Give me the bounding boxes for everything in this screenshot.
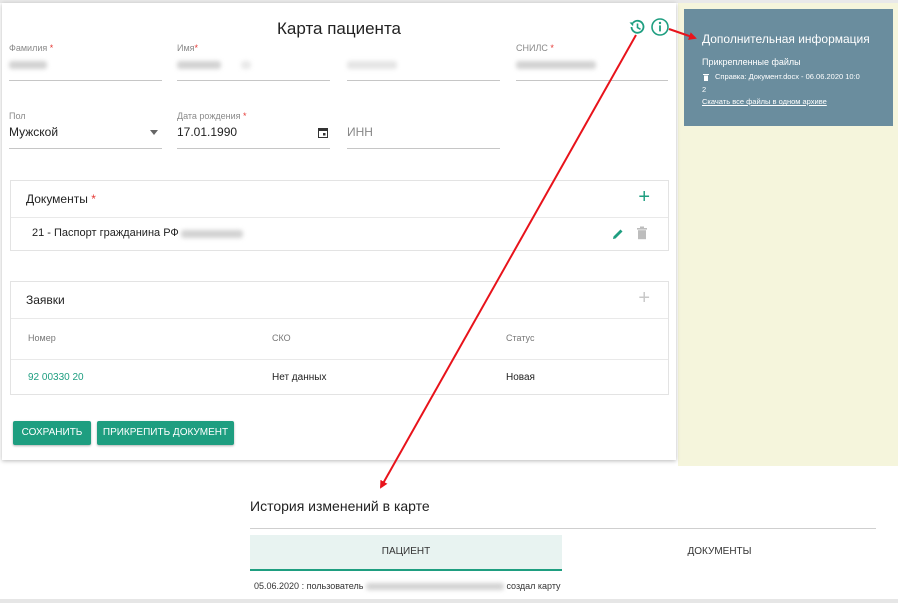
arrow-to-history (380, 34, 637, 489)
annotation-arrows (380, 28, 697, 489)
arrow-to-info-panel (668, 28, 697, 40)
